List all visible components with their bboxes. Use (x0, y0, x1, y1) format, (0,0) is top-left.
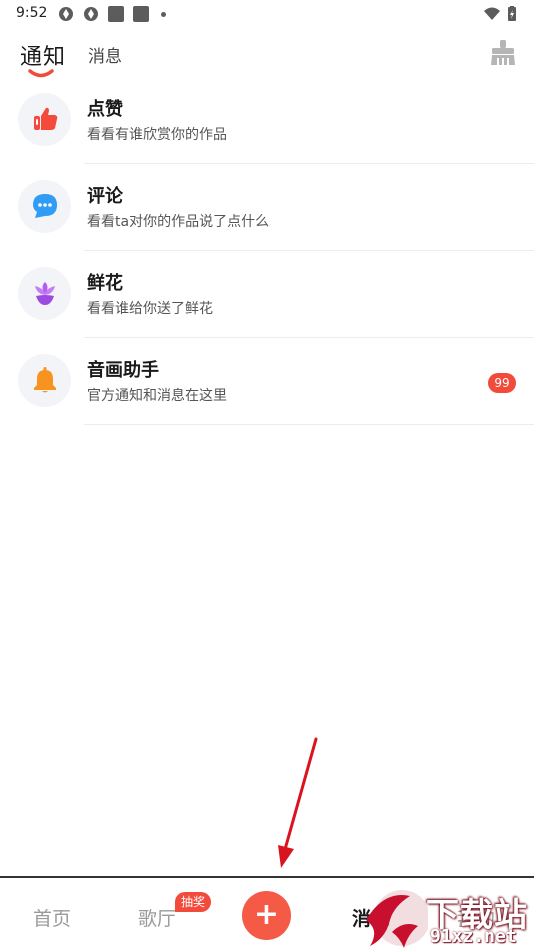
list-item-likes[interactable]: 点赞 看看有谁欣赏你的作品 (0, 77, 534, 164)
wifi-icon (484, 7, 500, 20)
chat-bubble-icon (33, 194, 57, 218)
watermark-logo-icon (366, 890, 428, 948)
comments-subtitle: 看看ta对你的作品说了点什么 (87, 214, 270, 230)
nav-home[interactable]: 首页 (33, 904, 71, 931)
app-notification-icon (108, 6, 124, 22)
assistant-title: 音画助手 (87, 360, 159, 381)
more-notifications-dot-icon (161, 12, 166, 17)
tab-messages[interactable]: 消息 (88, 42, 122, 67)
assistant-avatar (18, 354, 71, 407)
comments-title: 评论 (87, 186, 123, 207)
list-item-comments[interactable]: 评论 看看ta对你的作品说了点什么 (0, 164, 534, 251)
comments-avatar (18, 180, 71, 233)
header: 通知 消息 (0, 30, 534, 82)
clear-broom-icon[interactable] (488, 38, 518, 68)
sync-icon-2 (84, 7, 98, 21)
flower-icon (35, 282, 55, 305)
battery-icon (508, 6, 516, 21)
status-bar: 9:52 (0, 0, 534, 28)
flowers-subtitle: 看看谁给你送了鲜花 (87, 301, 213, 317)
flowers-title: 鲜花 (87, 273, 123, 294)
watermark-url: 91xz.net (430, 926, 517, 947)
bell-icon (34, 367, 56, 393)
assistant-subtitle: 官方通知和消息在这里 (87, 388, 227, 404)
thumbs-up-icon (34, 107, 58, 130)
app-notification-icon-2 (133, 6, 149, 22)
notification-list: 点赞 看看有谁欣赏你的作品 评论 看看ta对你的作品说了点什么 鲜花 看看谁给你… (0, 77, 534, 425)
list-item-flowers[interactable]: 鲜花 看看谁给你送了鲜花 (0, 251, 534, 338)
tab-notifications[interactable]: 通知 (20, 39, 66, 71)
watermark: 下载站 91xz.net (364, 886, 534, 950)
status-time: 9:52 (16, 5, 48, 21)
unread-count-badge: 99 (488, 373, 516, 393)
annotation-arrow-icon (278, 737, 318, 868)
sync-icon (59, 7, 73, 21)
likes-subtitle: 看看有谁欣赏你的作品 (87, 127, 227, 143)
likes-title: 点赞 (87, 99, 123, 120)
divider (84, 424, 534, 425)
lottery-badge: 抽奖 (175, 892, 212, 912)
create-plus-button[interactable]: + (242, 891, 291, 940)
likes-avatar (18, 93, 71, 146)
list-item-assistant[interactable]: 音画助手 官方通知和消息在这里 99 (0, 338, 534, 425)
nav-karaoke[interactable]: 歌厅 (138, 904, 176, 931)
flowers-avatar (18, 267, 71, 320)
